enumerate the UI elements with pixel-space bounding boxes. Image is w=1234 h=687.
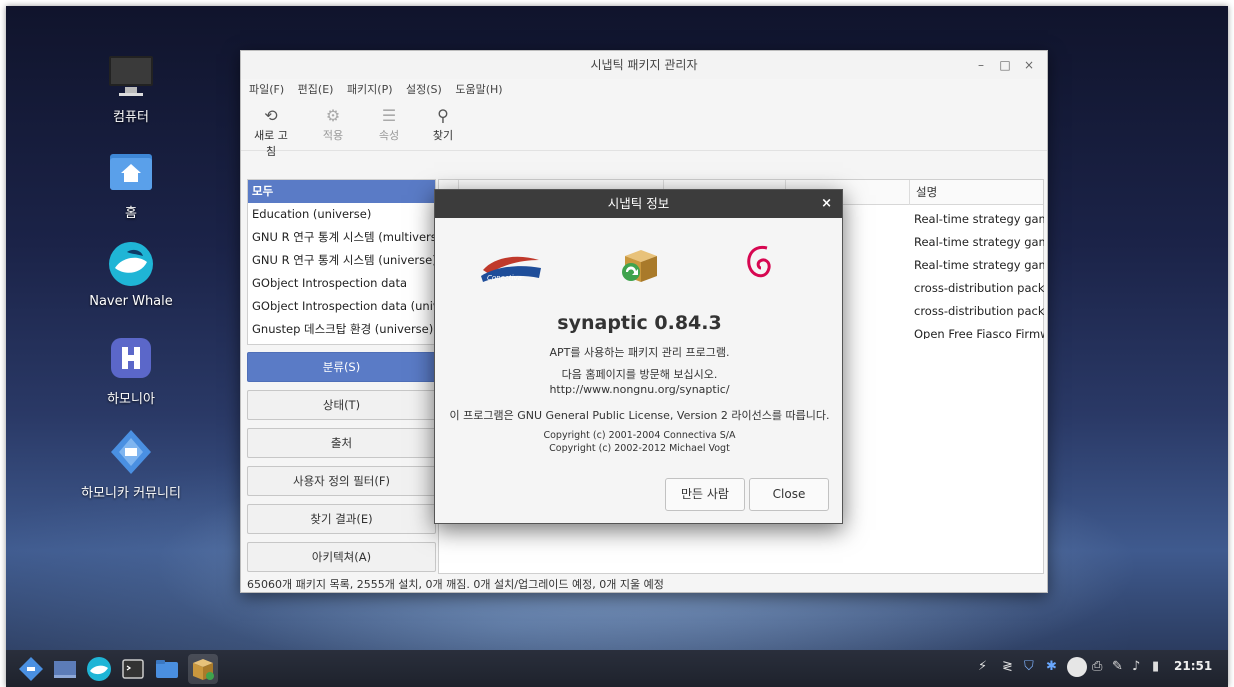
bluetooth-icon[interactable]: ✱ [1046,659,1057,674]
desktop-icon-naver-whale[interactable]: Naver Whale [66,240,196,309]
shield-icon[interactable]: ⛉ [1024,659,1034,674]
package-box-icon [615,242,663,290]
toolbar: ⟲ 새로 고침 ⚙ 적용 ☰ 속성 ⚲ 찾기 [241,101,1047,158]
desktop-icon-computer[interactable]: 컴퓨터 [66,52,196,125]
properties-icon: ☰ [381,106,397,125]
menu-bar: 파일(F) 편집(E) 패키지(P) 설정(S) 도움말(H) [241,79,1047,101]
gear-icon: ⚙ [325,106,341,125]
terminal-icon[interactable] [120,656,146,682]
category-item[interactable]: GNU R 연구 통계 시스템 (universe) [248,249,435,272]
desktop-icon-home[interactable]: 홈 [66,148,196,221]
column-description[interactable]: 설명 [910,180,1044,205]
visit-text: 다음 홈페이지를 방문해 보십시오. [561,368,718,381]
category-item[interactable]: 모두 [248,180,435,203]
table-row[interactable]: cross-distribution packa [910,277,1044,300]
category-item[interactable]: Gnustep 데스크탑 환경 (universe) [248,318,435,341]
dialog-titlebar[interactable]: 시냅틱 정보 × [435,190,842,218]
maximize-button[interactable]: □ [995,51,1015,79]
dialog-title: 시냅틱 정보 [607,196,670,211]
table-row[interactable]: cross-distribution packa [910,300,1044,323]
table-row[interactable]: Real-time strategy game [910,208,1044,231]
desktop-icon-label: 하모니아 [107,392,155,407]
printer-icon[interactable]: ⎙ [1092,659,1102,674]
category-item[interactable]: GObject Introspection data [248,272,435,295]
menu-file[interactable]: 파일(F) [249,83,284,96]
desktop: 컴퓨터 홈 Naver Whale 하모니아 하모니카 커뮤니티 시냅틱 패키지… [6,6,1228,687]
update-icon[interactable]: ≷ [1002,659,1013,674]
close-button[interactable]: × [1019,51,1039,79]
license-text: 이 프로그램은 GNU General Public License, Vers… [449,409,830,422]
homepage-link[interactable]: http://www.nongnu.org/synaptic/ [435,383,844,396]
menu-package[interactable]: 패키지(P) [347,83,393,96]
window-titlebar[interactable]: 시냅틱 패키지 관리자 – □ × [241,51,1047,79]
search-label: 찾기 [432,129,454,142]
table-row[interactable]: Real-time strategy game [910,254,1044,277]
whale-browser-icon [107,240,155,288]
show-desktop-icon[interactable] [52,656,78,682]
desktop-icon-label: Naver Whale [89,294,173,309]
category-item[interactable]: GNU R 연구 통계 시스템 (multiverse) [248,226,435,249]
menu-settings[interactable]: 설정(S) [406,83,442,96]
desktop-icon-hamonia[interactable]: 하모니아 [66,334,196,407]
minimize-button[interactable]: – [971,51,991,79]
desktop-icon-label: 홈 [125,206,137,221]
table-row[interactable]: Real-time strategy game [910,231,1044,254]
refresh-icon: ⟲ [264,106,278,125]
app-description: APT를 사용하는 패키지 관리 프로그램. [549,346,730,359]
debian-logo-icon [741,240,781,288]
taskbar: ⚡ ≷ ⛉ ✱ ⎙ ✎ ♪ ▮ 21:51 [6,650,1228,687]
hamonikr-menu-icon[interactable] [18,656,44,682]
pen-icon[interactable]: ✎ [1112,659,1123,674]
desktop-icon-label: 하모니카 커뮤니티 [81,486,181,501]
table-row[interactable]: Open Free Fiasco Firmw [910,323,1044,339]
synaptic-icon[interactable] [188,654,218,684]
category-item[interactable]: Education (universe) [248,203,435,226]
clock[interactable]: 21:51 [1174,659,1212,673]
whale-browser-icon[interactable] [86,656,112,682]
user-icon[interactable] [1066,656,1088,682]
search-icon: ⚲ [437,106,449,125]
svg-text:Conectiva: Conectiva [487,274,522,282]
refresh-label: 새로 고침 [254,129,288,158]
desktop-icon-hamonikr-community[interactable]: 하모니카 커뮤니티 [66,428,196,501]
filter-button-search-results[interactable]: 찾기 결과(E) [247,504,436,534]
category-item[interactable]: GObject Introspection data (universe) [248,295,435,318]
dialog-close-button[interactable]: × [821,190,832,218]
close-dialog-button[interactable]: Close [749,478,829,511]
home-folder-icon [107,148,155,196]
apply-label: 적용 [322,129,344,142]
filter-button-status[interactable]: 상태(T) [247,390,436,420]
refresh-button[interactable]: ⟲ 새로 고침 [251,105,291,159]
search-button[interactable]: ⚲ 찾기 [423,105,463,143]
network-icon[interactable]: ⚡ [978,659,987,674]
app-name: synaptic 0.84.3 [557,312,722,334]
filter-button-architecture[interactable]: 아키텍쳐(A) [247,542,436,572]
credits-button[interactable]: 만든 사람 [665,478,745,511]
menu-help[interactable]: 도움말(H) [455,83,502,96]
battery-icon[interactable]: ▮ [1152,659,1159,674]
menu-edit[interactable]: 편집(E) [298,83,334,96]
volume-icon[interactable]: ♪ [1132,659,1140,674]
window-title: 시냅틱 패키지 관리자 [590,58,698,72]
filter-button-custom[interactable]: 사용자 정의 필터(F) [247,466,436,496]
hamonikr-community-icon [107,428,155,476]
category-list: 모두 Education (universe) GNU R 연구 통계 시스템 … [247,179,436,345]
copyright-line-2: Copyright (c) 2002-2012 Michael Vogt [549,443,730,454]
properties-label: 속성 [378,129,400,142]
filter-button-sections[interactable]: 분류(S) [247,352,436,382]
apply-button[interactable]: ⚙ 적용 [313,105,353,143]
about-dialog: 시냅틱 정보 × Conectiva synaptic 0.84.3 APT를 … [434,189,843,524]
filter-button-origin[interactable]: 출처 [247,428,436,458]
hamonia-icon [107,334,155,382]
status-bar: 65060개 패키지 목록, 2555개 설치, 0개 깨짐. 0개 설치/업그… [247,578,664,591]
monitor-icon [107,52,155,100]
copyright-line-1: Copyright (c) 2001-2004 Connectiva S/A [543,430,736,441]
properties-button[interactable]: ☰ 속성 [369,105,409,143]
conectiva-logo-icon: Conectiva [479,246,543,286]
desktop-icon-label: 컴퓨터 [113,110,149,125]
file-manager-icon[interactable] [154,656,180,682]
